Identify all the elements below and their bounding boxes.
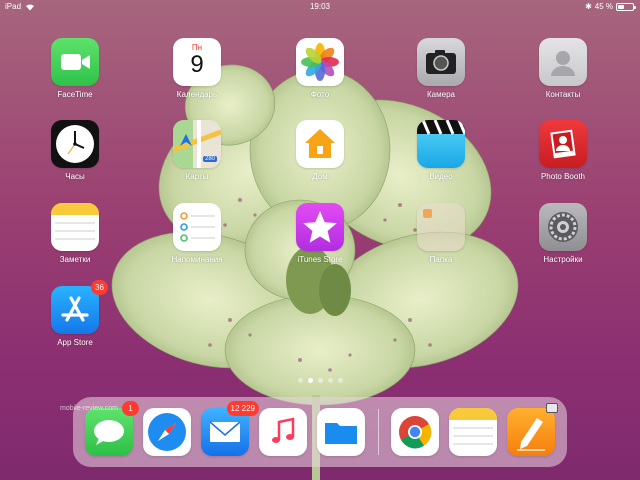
app-label: Календарь bbox=[176, 90, 218, 99]
notification-badge: 36 bbox=[91, 280, 108, 295]
video-camera-icon bbox=[51, 38, 99, 86]
bluetooth-icon: ✱ bbox=[585, 2, 592, 11]
app-label: Настройки bbox=[543, 255, 583, 264]
app-label: Папка bbox=[429, 255, 453, 264]
dock-music[interactable] bbox=[259, 408, 307, 456]
app-label: Фото bbox=[310, 90, 330, 99]
dock-messages[interactable]: 1 bbox=[85, 401, 139, 456]
app-facetime[interactable]: FaceTime bbox=[40, 38, 110, 100]
page-dot bbox=[297, 378, 303, 383]
app-label: Контакты bbox=[545, 90, 581, 99]
app-folder[interactable]: Папка bbox=[406, 203, 476, 265]
app-label: FaceTime bbox=[57, 90, 93, 99]
app-calendar[interactable]: Пн 9 Календарь bbox=[162, 38, 232, 100]
app-itunes-store[interactable]: iTunes Store bbox=[285, 203, 355, 265]
page-dot bbox=[337, 378, 343, 383]
app-label: Видео bbox=[429, 172, 453, 181]
app-maps[interactable]: 280 Карты bbox=[162, 120, 232, 182]
calendar-day: 9 bbox=[190, 51, 204, 78]
star-icon bbox=[296, 203, 344, 251]
app-label: App Store bbox=[57, 338, 93, 347]
app-store-icon bbox=[51, 286, 99, 334]
dock-chrome[interactable] bbox=[391, 408, 439, 456]
dock-safari[interactable] bbox=[143, 408, 191, 456]
airplay-display-icon bbox=[546, 403, 558, 413]
app-label: iTunes Store bbox=[297, 255, 343, 264]
app-notes[interactable]: Заметки bbox=[40, 203, 110, 265]
app-home[interactable]: Дом bbox=[285, 120, 355, 182]
dock-notes[interactable] bbox=[449, 408, 497, 456]
notification-badge: 1 bbox=[122, 401, 139, 416]
notes-icon bbox=[51, 203, 99, 251]
files-folder-icon bbox=[317, 408, 365, 456]
app-label: Карты bbox=[185, 172, 209, 181]
photos-flower-icon bbox=[296, 38, 344, 86]
page-dot-active bbox=[307, 378, 313, 383]
camera-icon bbox=[417, 38, 465, 86]
battery-icon bbox=[616, 3, 636, 11]
clapperboard-icon bbox=[417, 120, 465, 168]
battery-percent: 45 % bbox=[594, 2, 613, 11]
app-contacts[interactable]: Контакты bbox=[528, 38, 598, 100]
dock-files[interactable] bbox=[317, 408, 365, 456]
contacts-icon bbox=[539, 38, 587, 86]
app-photobooth[interactable]: Photo Booth bbox=[528, 120, 598, 182]
dock-mail[interactable]: 12 229 bbox=[201, 401, 259, 456]
route-sign: 280 bbox=[202, 156, 217, 162]
status-bar: iPad 19:03 ✱ 45 % bbox=[0, 0, 640, 14]
watermark: mobile-review.com bbox=[60, 405, 118, 412]
dock: 1 12 229 bbox=[73, 397, 567, 467]
music-note-icon bbox=[259, 408, 307, 456]
app-label: Камера bbox=[427, 90, 455, 99]
app-camera[interactable]: Камера bbox=[406, 38, 476, 100]
app-settings[interactable]: Настройки bbox=[528, 203, 598, 265]
map-icon: 280 bbox=[173, 120, 221, 168]
clock-icon bbox=[51, 120, 99, 168]
page-dot bbox=[317, 378, 323, 383]
app-label: Напоминания bbox=[171, 255, 223, 264]
app-label: Photo Booth bbox=[540, 172, 586, 181]
app-label: Дом bbox=[312, 172, 328, 181]
folder-icon bbox=[417, 203, 465, 251]
app-label: Часы bbox=[65, 172, 85, 181]
app-label: Заметки bbox=[59, 255, 91, 264]
status-time: 19:03 bbox=[309, 2, 331, 11]
page-dot bbox=[327, 378, 333, 383]
calendar-icon: Пн 9 bbox=[173, 38, 221, 86]
app-video[interactable]: Видео bbox=[406, 120, 476, 182]
notes-icon bbox=[449, 408, 497, 456]
page-indicator[interactable] bbox=[0, 378, 640, 383]
app-clock[interactable]: Часы bbox=[40, 120, 110, 182]
house-icon bbox=[296, 120, 344, 168]
compass-icon bbox=[143, 408, 191, 456]
gear-icon bbox=[539, 203, 587, 251]
chrome-icon bbox=[391, 408, 439, 456]
notification-badge: 12 229 bbox=[226, 401, 259, 416]
app-reminders[interactable]: Напоминания bbox=[162, 203, 232, 265]
app-app-store[interactable]: 36 App Store bbox=[40, 280, 110, 348]
photo-booth-icon bbox=[539, 120, 587, 168]
pen-icon bbox=[507, 408, 555, 456]
reminders-list-icon bbox=[173, 203, 221, 251]
dock-pages[interactable] bbox=[507, 403, 558, 456]
dock-divider bbox=[378, 409, 379, 455]
app-photos[interactable]: Фото bbox=[285, 38, 355, 100]
